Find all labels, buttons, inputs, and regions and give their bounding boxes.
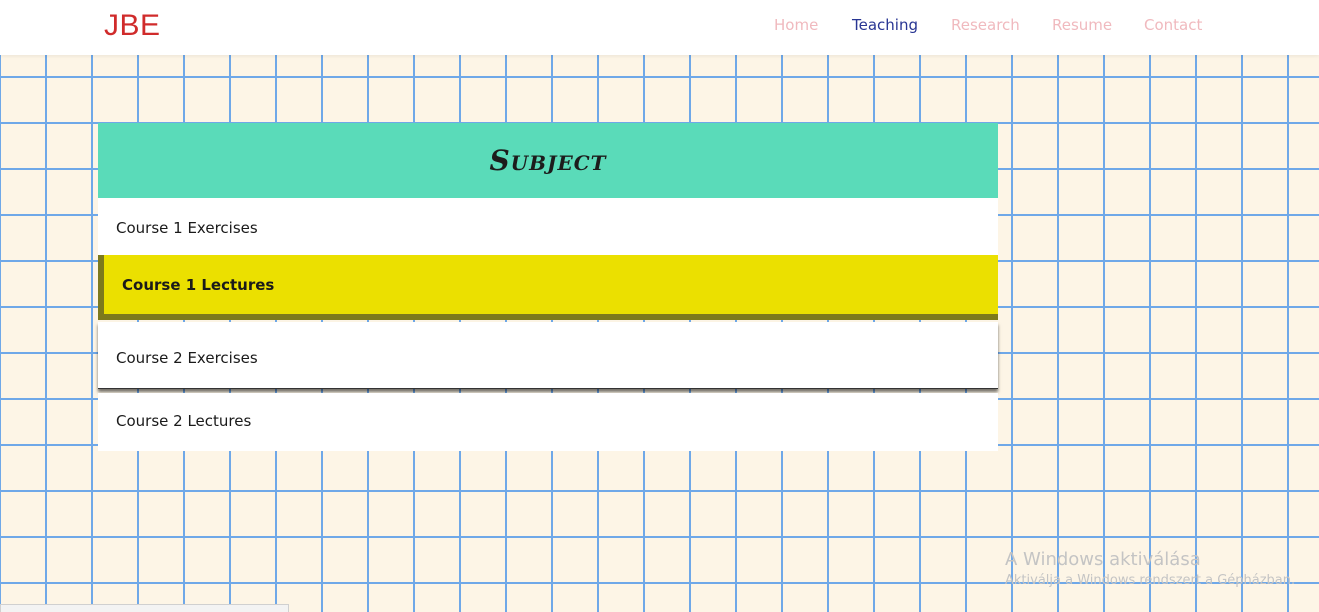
browser-status-bar [0, 604, 289, 612]
nav-link-research[interactable]: Research [951, 16, 1020, 34]
course-item-course-1-lectures[interactable]: Course 1 Lectures [98, 255, 998, 320]
course-item-course-2-lectures[interactable]: Course 2 Lectures [98, 393, 998, 451]
course-item-label: Course 1 Exercises [116, 219, 258, 237]
course-item-course-2-exercises[interactable]: Course 2 Exercises [98, 322, 998, 389]
nav-link-teaching[interactable]: Teaching [852, 16, 918, 34]
nav-link-contact[interactable]: Contact [1144, 16, 1202, 34]
course-item-label: Course 2 Lectures [116, 412, 252, 430]
course-item-label: Course 1 Lectures [122, 276, 275, 294]
brand-logo[interactable]: JBE [104, 9, 161, 43]
watermark-subtitle: Aktiválja a Windows rendszert a Gépházba… [1005, 573, 1296, 588]
watermark-title: A Windows aktiválása [1005, 549, 1201, 570]
panel-title: Subject [489, 144, 607, 177]
course-item-label: Course 2 Exercises [116, 349, 258, 367]
nav-link-home[interactable]: Home [774, 16, 818, 34]
subject-panel: Subject Course 1 Exercises Course 1 Lect… [98, 123, 998, 451]
course-item-course-1-exercises[interactable]: Course 1 Exercises [98, 198, 998, 255]
nav-link-resume[interactable]: Resume [1052, 16, 1112, 34]
panel-header: Subject [98, 123, 998, 198]
top-navbar: JBE Home Teaching Research Resume Contac… [0, 0, 1319, 55]
windows-activation-watermark: A Windows aktiválása Aktiválja a Windows… [1005, 548, 1295, 590]
